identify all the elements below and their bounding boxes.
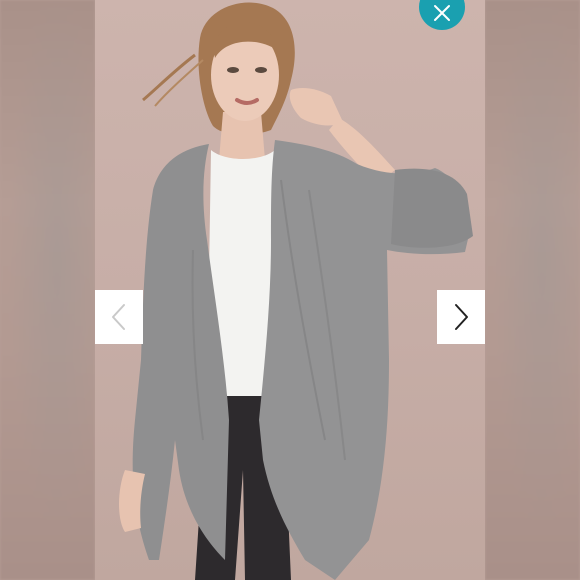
chevron-right-icon xyxy=(455,304,468,330)
chevron-left-icon xyxy=(112,304,125,330)
next-image-button[interactable] xyxy=(437,290,485,344)
blurred-backdrop-right xyxy=(485,0,580,580)
product-photo xyxy=(95,0,485,580)
image-lightbox xyxy=(0,0,580,580)
model-illustration xyxy=(119,2,473,580)
blurred-backdrop-left xyxy=(0,0,95,580)
close-icon xyxy=(434,5,450,21)
previous-image-button[interactable] xyxy=(95,290,143,344)
